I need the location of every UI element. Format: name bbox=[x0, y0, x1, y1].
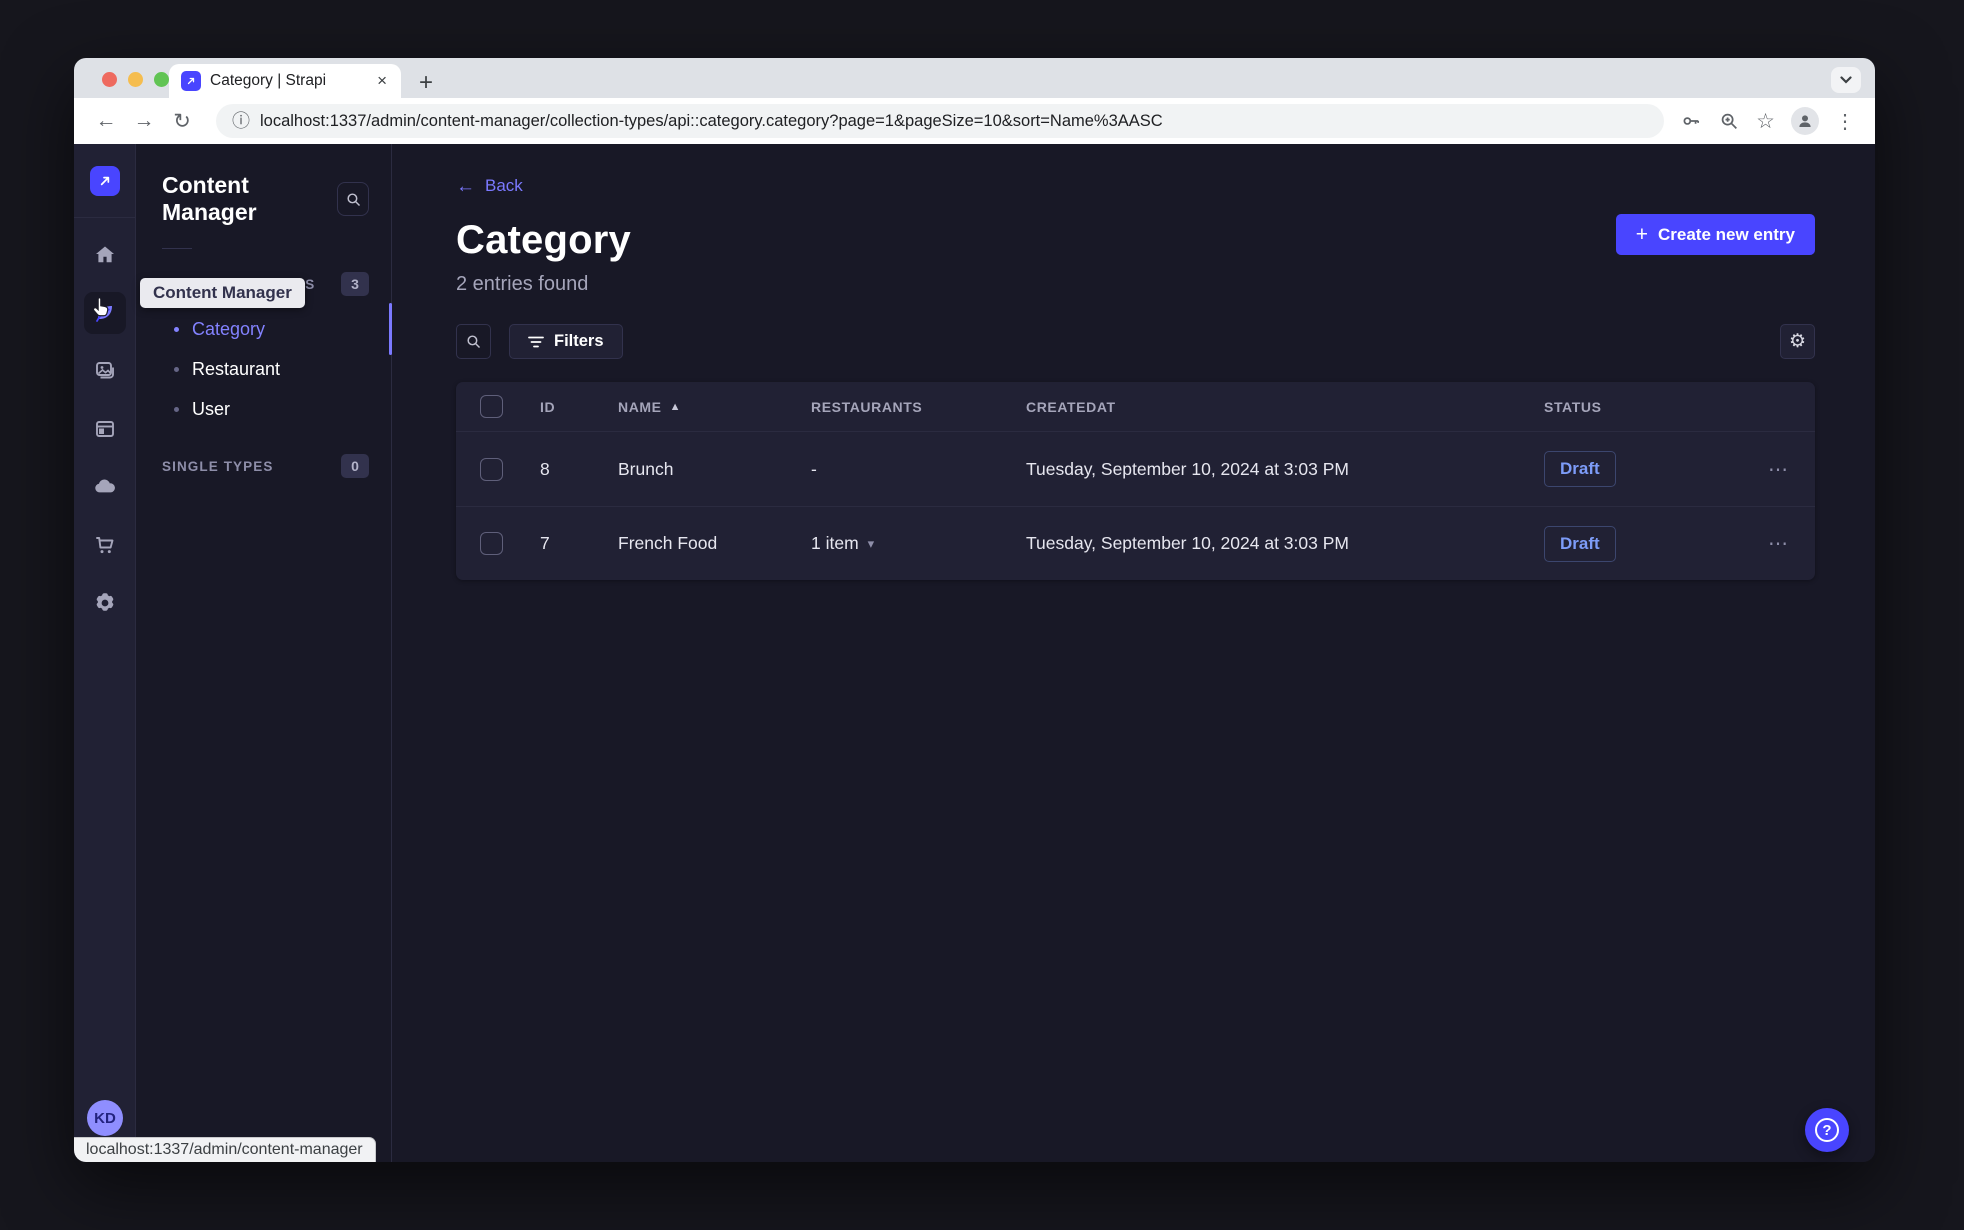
browser-menu-icon[interactable]: ⋮ bbox=[1835, 109, 1855, 134]
gear-icon: ⚙ bbox=[1788, 331, 1807, 352]
close-window-button[interactable] bbox=[102, 72, 117, 87]
back-arrow-icon: ← bbox=[456, 175, 475, 197]
tab-close-icon[interactable]: × bbox=[375, 71, 389, 91]
sidebar-item-deploy-cloud[interactable] bbox=[84, 466, 126, 508]
table-row[interactable]: 7 French Food 1 item ▾ Tuesday, Septembe… bbox=[456, 506, 1815, 580]
strapi-admin: KD Content Manager COLLECTION TYPES 3 Ca… bbox=[74, 144, 1875, 1162]
question-icon: ? bbox=[1815, 1118, 1839, 1142]
cell-name: Brunch bbox=[618, 458, 674, 479]
bookmark-star-icon[interactable]: ☆ bbox=[1756, 109, 1775, 134]
search-entries-button[interactable] bbox=[456, 324, 491, 359]
cell-id: 8 bbox=[540, 458, 550, 479]
sidebar-item-home[interactable] bbox=[84, 234, 126, 276]
browser-tab[interactable]: Category | Strapi × bbox=[169, 64, 401, 98]
subnav-item-label: User bbox=[192, 398, 231, 419]
entries-table: ID NAME ▲ RESTAURANTS CREATEDAT STATUS 8 … bbox=[456, 382, 1815, 580]
cell-restaurants: - bbox=[811, 458, 817, 479]
hand-cursor bbox=[90, 296, 112, 320]
content-manager-tooltip: Content Manager bbox=[140, 278, 305, 308]
user-avatar[interactable]: KD bbox=[87, 1100, 123, 1136]
zoom-page-icon[interactable] bbox=[1718, 110, 1740, 132]
main-content: ← Back Category 2 entries found + Create… bbox=[392, 144, 1875, 1162]
column-header-id[interactable]: ID bbox=[540, 399, 618, 415]
filter-icon bbox=[528, 336, 544, 347]
bullet-icon bbox=[174, 326, 179, 332]
tab-title: Category | Strapi bbox=[210, 72, 327, 89]
address-bar[interactable]: ⓘ localhost:1337/admin/content-manager/c… bbox=[216, 104, 1665, 138]
site-info-icon[interactable]: ⓘ bbox=[232, 112, 250, 130]
cell-createdat: Tuesday, September 10, 2024 at 3:03 PM bbox=[1026, 533, 1349, 553]
browser-reload-icon[interactable]: ↻ bbox=[166, 105, 198, 137]
chevron-down-icon: ▾ bbox=[867, 535, 875, 551]
password-manager-icon[interactable] bbox=[1680, 110, 1702, 132]
subnav-item-restaurant[interactable]: Restaurant bbox=[136, 349, 391, 389]
status-bar-link: localhost:1337/admin/content-manager bbox=[74, 1137, 376, 1162]
back-link[interactable]: ← Back bbox=[456, 176, 523, 196]
maximize-window-button[interactable] bbox=[154, 72, 169, 87]
page-title: Category bbox=[456, 218, 631, 262]
strapi-logo[interactable] bbox=[89, 166, 120, 196]
table-header-row: ID NAME ▲ RESTAURANTS CREATEDAT STATUS bbox=[456, 382, 1815, 432]
tab-strip: Category | Strapi × + bbox=[74, 58, 1875, 98]
column-header-createdat[interactable]: CREATEDAT bbox=[1026, 399, 1544, 415]
list-action-bar: Filters ⚙ bbox=[456, 324, 1815, 359]
subnav-title: Content Manager bbox=[162, 172, 257, 225]
cell-restaurants-dropdown[interactable]: 1 item ▾ bbox=[811, 533, 1026, 554]
minimize-window-button[interactable] bbox=[128, 72, 143, 87]
select-all-checkbox[interactable] bbox=[480, 395, 503, 418]
column-header-name[interactable]: NAME ▲ bbox=[618, 399, 811, 415]
help-button[interactable]: ? bbox=[1805, 1108, 1849, 1152]
single-types-count-badge: 0 bbox=[341, 454, 369, 478]
bullet-icon bbox=[174, 366, 179, 372]
column-header-restaurants[interactable]: RESTAURANTS bbox=[811, 399, 1026, 415]
row-actions-button[interactable]: ⋯ bbox=[1768, 457, 1815, 482]
bullet-icon bbox=[174, 406, 179, 412]
view-settings-button[interactable]: ⚙ bbox=[1780, 324, 1815, 359]
subnav-item-user[interactable]: User bbox=[136, 389, 391, 429]
plus-icon: + bbox=[1635, 223, 1648, 246]
collection-types-count-badge: 3 bbox=[341, 272, 369, 296]
browser-profile-avatar[interactable] bbox=[1791, 107, 1819, 135]
new-tab-button[interactable]: + bbox=[409, 66, 443, 100]
entries-count: 2 entries found bbox=[456, 273, 589, 295]
sort-asc-icon: ▲ bbox=[669, 400, 682, 413]
back-label: Back bbox=[485, 176, 523, 195]
sidebar-item-content-type-builder[interactable] bbox=[84, 408, 126, 450]
row-actions-button[interactable]: ⋯ bbox=[1768, 531, 1815, 556]
strapi-favicon-icon bbox=[181, 71, 201, 91]
rail-divider bbox=[74, 217, 136, 218]
tab-search-chevron-icon[interactable] bbox=[1831, 67, 1861, 93]
create-new-entry-label: Create new entry bbox=[1658, 224, 1795, 244]
browser-window: Category | Strapi × + ← → ↻ ⓘ localhost:… bbox=[74, 58, 1875, 1162]
subnav-search-button[interactable] bbox=[337, 182, 369, 216]
subnav-divider bbox=[162, 248, 192, 249]
filters-button[interactable]: Filters bbox=[509, 324, 623, 359]
sidebar-item-marketplace[interactable] bbox=[84, 524, 126, 566]
subnav-item-category[interactable]: Category bbox=[136, 303, 392, 355]
cell-id: 7 bbox=[540, 533, 550, 553]
window-controls bbox=[102, 72, 169, 87]
single-types-label: SINGLE TYPES bbox=[162, 458, 274, 474]
row-checkbox[interactable] bbox=[480, 457, 503, 481]
subnav-item-label: Restaurant bbox=[192, 358, 281, 379]
browser-back-icon[interactable]: ← bbox=[90, 105, 122, 137]
cell-createdat: Tuesday, September 10, 2024 at 3:03 PM bbox=[1026, 458, 1349, 479]
url-text: localhost:1337/admin/content-manager/col… bbox=[260, 111, 1163, 130]
sidebar-item-media-library[interactable] bbox=[84, 350, 126, 392]
row-checkbox[interactable] bbox=[480, 532, 503, 555]
browser-forward-icon[interactable]: → bbox=[128, 105, 160, 137]
column-header-status[interactable]: STATUS bbox=[1544, 399, 1744, 415]
create-new-entry-button[interactable]: + Create new entry bbox=[1615, 214, 1815, 255]
sidebar-item-settings[interactable] bbox=[84, 582, 126, 624]
filters-label: Filters bbox=[554, 332, 604, 350]
cell-name: French Food bbox=[618, 533, 718, 553]
status-badge: Draft bbox=[1544, 451, 1616, 487]
browser-toolbar: ← → ↻ ⓘ localhost:1337/admin/content-man… bbox=[74, 98, 1875, 144]
table-row[interactable]: 8 Brunch - Tuesday, September 10, 2024 a… bbox=[456, 432, 1815, 506]
status-badge: Draft bbox=[1544, 525, 1616, 562]
subnav-item-label: Category bbox=[192, 318, 266, 339]
